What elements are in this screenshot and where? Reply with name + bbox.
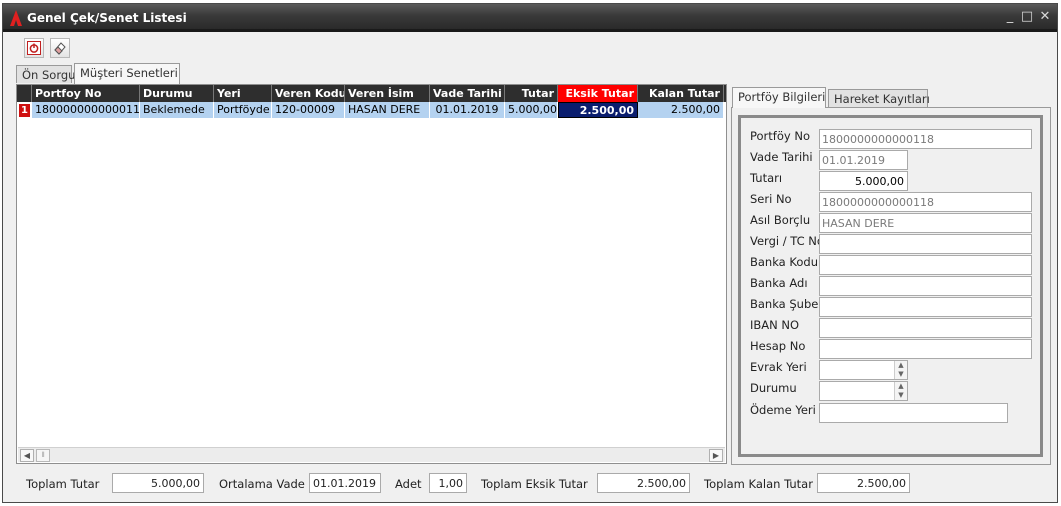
label-vade-tarihi: Vade Tarihi xyxy=(750,150,813,164)
col-vade-tarihi[interactable]: Vade Tarihi xyxy=(430,85,505,102)
value-adet[interactable]: 1,00 xyxy=(429,473,467,493)
col-tutar[interactable]: Tutar xyxy=(505,85,558,102)
tab-musteri-senetleri[interactable]: Müşteri Senetleri xyxy=(74,63,180,84)
input-banka-adi[interactable] xyxy=(819,276,1032,296)
spin-arrows-icon[interactable]: ▲ ▼ xyxy=(894,382,907,400)
cell-kalan-tutar[interactable]: 2.500,00 xyxy=(638,102,724,118)
power-icon xyxy=(27,41,41,55)
label-toplam-tutar: Toplam Tutar xyxy=(26,477,100,491)
label-vergi-tc-no: Vergi / TC No xyxy=(750,234,824,248)
label-iban-no: IBAN NO xyxy=(750,318,800,332)
spin-arrows-icon[interactable]: ▲ ▼ xyxy=(894,361,907,379)
row-indicator: 1 xyxy=(19,104,30,117)
eraser-button[interactable] xyxy=(50,38,70,58)
label-banka-adi: Banka Adı xyxy=(750,276,808,290)
main-window: Genel Çek/Senet Listesi _ □ ✕ Ön Sorgu M… xyxy=(2,3,1058,503)
col-portfoy-no[interactable]: Portfoy No xyxy=(32,85,140,102)
summary-footer: Toplam Tutar 5.000,00 Ortalama Vade 01.0… xyxy=(16,470,1056,496)
input-seri-no[interactable]: 1800000000000118 xyxy=(819,192,1032,212)
input-vergi-tc-no[interactable] xyxy=(819,234,1032,254)
value-toplam-tutar[interactable]: 5.000,00 xyxy=(112,473,204,493)
label-durumu: Durumu xyxy=(750,381,797,395)
eraser-icon xyxy=(54,42,66,55)
input-portfoy-no[interactable]: 1800000000000118 xyxy=(819,129,1032,149)
cell-eksik-tutar[interactable]: 2.500,00 xyxy=(558,102,638,118)
cell-durumu[interactable]: Beklemede xyxy=(140,102,214,118)
cell-tutar[interactable]: 5.000,00 xyxy=(505,102,558,118)
value-toplam-eksik-tutar[interactable]: 2.500,00 xyxy=(597,473,690,493)
grid-corner xyxy=(17,85,32,102)
label-adet: Adet xyxy=(395,477,422,491)
col-veren-kodu[interactable]: Veren Kodu xyxy=(272,85,345,102)
cell-veren-kodu[interactable]: 120-00009 xyxy=(272,102,345,118)
label-banka-sube: Banka Şube xyxy=(750,297,819,311)
maximize-button[interactable]: □ xyxy=(1019,9,1035,24)
value-toplam-kalan-tutar[interactable]: 2.500,00 xyxy=(817,473,910,493)
close-button[interactable]: ✕ xyxy=(1037,9,1053,24)
label-ortalama-vade: Ortalama Vade xyxy=(219,477,305,491)
label-portfoy-no: Portföy No xyxy=(750,129,810,143)
tab-hareket-kayitlari[interactable]: Hareket Kayıtları xyxy=(828,89,930,107)
label-tutari: Tutarı xyxy=(750,171,783,185)
label-toplam-eksik-tutar: Toplam Eksik Tutar xyxy=(481,477,588,491)
select-durumu[interactable]: ▲ ▼ xyxy=(819,381,908,401)
minimize-button[interactable]: _ xyxy=(1002,9,1018,24)
portfoy-form: Portföy No 1800000000000118 Vade Tarihi … xyxy=(738,115,1043,457)
cell-portfoy-no[interactable]: 1800000000000118 xyxy=(32,102,140,118)
label-evrak-yeri: Evrak Yeri xyxy=(750,360,807,374)
label-hesap-no: Hesap No xyxy=(750,339,806,353)
input-hesap-no[interactable] xyxy=(819,339,1032,359)
select-evrak-yeri[interactable]: ▲ ▼ xyxy=(819,360,908,380)
input-odeme-yeri[interactable] xyxy=(819,403,1008,423)
value-ortalama-vade[interactable]: 01.01.2019 xyxy=(309,473,381,493)
col-veren-isim[interactable]: Veren İsim xyxy=(345,85,430,102)
app-logo-icon xyxy=(10,10,22,26)
col-durumu[interactable]: Durumu xyxy=(140,85,214,102)
cell-yeri[interactable]: Portföyde xyxy=(214,102,272,118)
col-kalan-tutar[interactable]: Kalan Tutar xyxy=(638,85,724,102)
cell-vade-tarihi[interactable]: 01.01.2019 xyxy=(430,102,505,118)
input-banka-kodu[interactable] xyxy=(819,255,1032,275)
row-indicator-cell: 1 xyxy=(17,102,32,118)
senet-grid[interactable]: Portfoy No Durumu Yeri Veren Kodu Veren … xyxy=(16,84,727,464)
col-eksik-tutar[interactable]: Eksik Tutar xyxy=(558,85,638,102)
table-row[interactable]: 1 1800000000000118 Beklemede Portföyde 1… xyxy=(17,102,726,118)
label-banka-kodu: Banka Kodu xyxy=(750,255,818,269)
window-title: Genel Çek/Senet Listesi xyxy=(27,11,187,25)
label-seri-no: Seri No xyxy=(750,192,792,206)
scroll-left-arrow-icon[interactable]: ◀ xyxy=(20,449,34,462)
input-asil-borclu[interactable]: HASAN DERE xyxy=(819,213,1032,233)
label-asil-borclu: Asıl Borçlu xyxy=(750,213,811,227)
scroll-thumb[interactable]: ⦀ xyxy=(36,449,50,462)
input-vade-tarihi[interactable]: 01.01.2019 xyxy=(819,150,908,170)
horizontal-scrollbar[interactable]: ◀ ⦀ ▶ xyxy=(18,447,725,462)
grid-header: Portfoy No Durumu Yeri Veren Kodu Veren … xyxy=(17,85,726,102)
label-toplam-kalan-tutar: Toplam Kalan Tutar xyxy=(704,477,813,491)
title-bar[interactable]: Genel Çek/Senet Listesi _ □ ✕ xyxy=(3,4,1057,32)
tab-portfoy-bilgileri[interactable]: Portföy Bilgileri xyxy=(732,87,826,108)
cell-veren-isim[interactable]: HASAN DERE xyxy=(345,102,430,118)
input-banka-sube[interactable] xyxy=(819,297,1032,317)
portfoy-panel: Portföy No 1800000000000118 Vade Tarihi … xyxy=(731,107,1051,465)
input-iban-no[interactable] xyxy=(819,318,1032,338)
scroll-right-arrow-icon[interactable]: ▶ xyxy=(709,449,723,462)
col-yeri[interactable]: Yeri xyxy=(214,85,272,102)
label-odeme-yeri: Ödeme Yeri xyxy=(750,403,816,417)
power-button[interactable] xyxy=(24,38,44,58)
input-tutari[interactable]: 5.000,00 xyxy=(819,171,908,191)
tab-on-sorgu[interactable]: Ön Sorgu xyxy=(16,65,75,83)
